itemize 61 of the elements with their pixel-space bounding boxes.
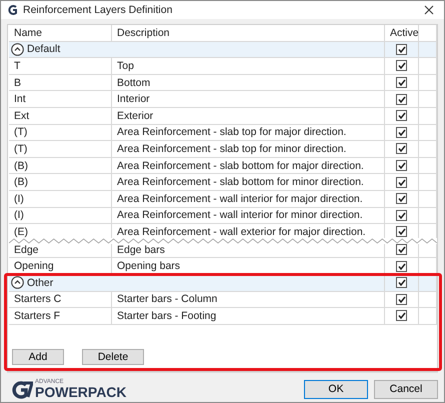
table-cell: Area Reinforcement - wall interior for major direction. [112, 190, 385, 207]
checkbox[interactable] [396, 176, 407, 188]
checkbox[interactable] [396, 260, 407, 272]
table-cell: Edge [9, 242, 112, 258]
group-label: Other [27, 276, 54, 289]
checkbox[interactable] [396, 77, 407, 88]
table-cell: Opening bars [112, 258, 385, 274]
table-cell: (B) [9, 174, 112, 190]
table-cell: Starters C [9, 292, 112, 308]
cancel-button[interactable]: Cancel [374, 380, 438, 398]
checkbox[interactable] [396, 94, 407, 105]
checkbox[interactable] [396, 60, 407, 72]
logo-icon [11, 381, 33, 399]
table-cell: Int [9, 91, 112, 107]
logo-icon [7, 5, 18, 15]
collapse-icon[interactable] [11, 276, 24, 290]
table-cell: Area Reinforcement - wall interior for minor direction. [112, 208, 385, 224]
ok-button[interactable]: OK [304, 380, 368, 398]
checkbox[interactable] [396, 44, 407, 55]
table-cell: Starter bars - Column [112, 292, 385, 308]
checkbox[interactable] [396, 126, 407, 138]
checkbox[interactable] [396, 310, 407, 322]
collapse-icon[interactable] [11, 42, 24, 56]
checkbox[interactable] [396, 244, 407, 256]
checkbox[interactable] [396, 277, 407, 288]
column-header: Name [9, 25, 112, 41]
column-header: Description [112, 25, 385, 41]
checkbox[interactable] [396, 294, 407, 305]
table-cell: Exterior [112, 108, 385, 124]
checkbox[interactable] [396, 143, 407, 154]
table-cell: T [9, 58, 112, 74]
table-cell: Ext [9, 108, 112, 124]
checkbox[interactable] [396, 210, 407, 221]
table-cell: Edge bars [112, 242, 385, 258]
checkbox[interactable] [396, 226, 407, 238]
table-cell: Area Reinforcement - slab top for minor direction. [112, 141, 385, 157]
table-cell: B [9, 74, 112, 90]
group-label: Default [27, 43, 60, 56]
table-cell: (I) [9, 208, 112, 224]
close-icon [424, 5, 434, 15]
add-button[interactable]: Add [12, 349, 64, 365]
table-cell: (T) [9, 124, 112, 140]
table-cell: (T) [9, 141, 112, 157]
table-cell: Area Reinforcement - slab bottom for major direction. [112, 158, 385, 174]
table-cell: Starter bars - Footing [112, 308, 385, 324]
checkbox[interactable] [396, 160, 407, 172]
checkbox[interactable] [396, 110, 407, 122]
table-cell: Opening [9, 258, 112, 274]
table-cell: Bottom [112, 74, 385, 90]
table-cell: Top [112, 58, 385, 74]
table-cell: Starters F [9, 308, 112, 324]
logo-text: POWERPACK [35, 385, 127, 399]
window-title: Reinforcement Layers Definition [23, 4, 174, 16]
table-cell: Area Reinforcement - slab top for major direction. [112, 124, 385, 140]
table-cell: (B) [9, 158, 112, 174]
table-cell: Area Reinforcement - slab bottom for minor direction. [112, 174, 385, 190]
column-header: Active [385, 25, 419, 41]
delete-button[interactable]: Delete [82, 349, 144, 365]
table-cell: Interior [112, 91, 385, 107]
table-cell: (I) [9, 190, 112, 207]
checkbox[interactable] [396, 193, 407, 204]
